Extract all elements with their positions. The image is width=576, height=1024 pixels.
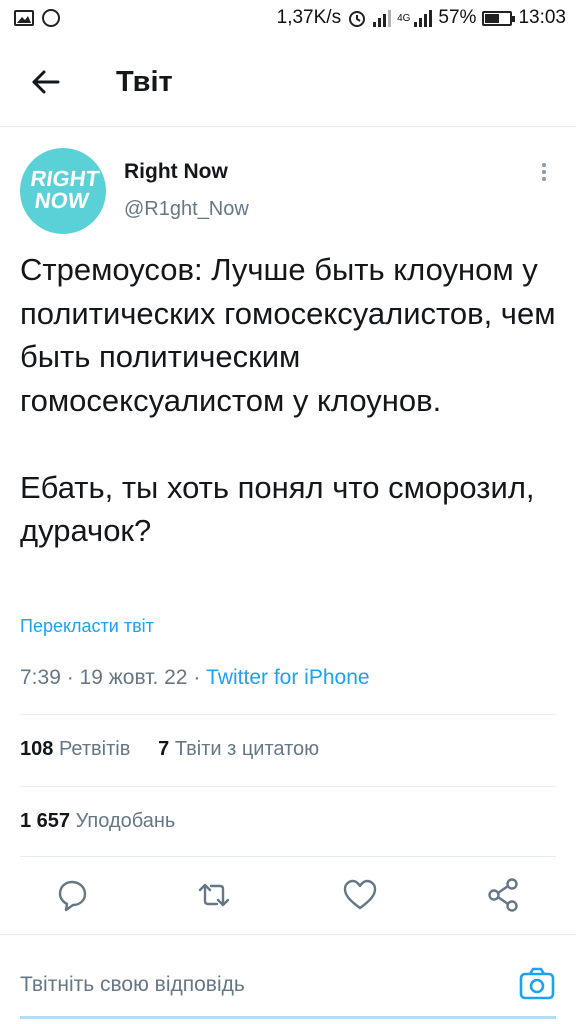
signal-icon bbox=[373, 9, 392, 27]
author-name[interactable]: Right Now bbox=[124, 160, 228, 184]
translate-tweet-link[interactable]: Перекласти твіт bbox=[20, 616, 154, 637]
quotes-label: Твіти з цитатою bbox=[174, 738, 320, 760]
camera-icon bbox=[519, 967, 555, 1000]
quotes-count: 7 bbox=[158, 738, 170, 760]
divider bbox=[20, 714, 556, 715]
reply-button[interactable] bbox=[52, 875, 92, 915]
tweet-text: Стремоусов: Лучше быть клоуном у политич… bbox=[20, 252, 556, 548]
back-button[interactable] bbox=[26, 62, 66, 102]
avatar-logo-line2: NOW bbox=[33, 188, 91, 213]
reply-input[interactable] bbox=[20, 960, 500, 1010]
heart-icon bbox=[343, 879, 377, 910]
app-header: Твіт bbox=[0, 38, 576, 127]
network-speed: 1,37K/s bbox=[276, 7, 342, 28]
meta-separator: · bbox=[60, 666, 80, 689]
like-stats: 1 657 Уподобань bbox=[20, 810, 175, 833]
wifi-icon bbox=[414, 9, 433, 27]
more-options-button[interactable] bbox=[534, 160, 554, 190]
page-title: Твіт bbox=[116, 66, 173, 98]
status-bar-right: 1,37K/s 4G 57% 13:03 bbox=[277, 7, 566, 29]
meta-separator: · bbox=[187, 666, 207, 689]
tweet-time: 7:39 bbox=[20, 666, 61, 689]
likes-count: 1 657 bbox=[20, 810, 71, 832]
tweet-date: 19 жовт. 22 bbox=[79, 666, 188, 689]
tweet-meta: 7:39 · 19 жовт. 22 · Twitter for iPhone bbox=[20, 666, 370, 690]
like-button[interactable] bbox=[340, 875, 380, 915]
retweet-button[interactable] bbox=[194, 875, 234, 915]
more-vertical-icon bbox=[534, 163, 554, 181]
retweet-icon bbox=[198, 883, 230, 907]
avatar-logo: RIGHT NOW bbox=[25, 166, 102, 216]
signal-4g-icon: 4G bbox=[397, 12, 411, 24]
share-icon bbox=[488, 878, 518, 912]
author-handle[interactable]: @R1ght_Now bbox=[124, 198, 249, 221]
battery-level-fill bbox=[485, 13, 500, 23]
arrow-left-icon bbox=[32, 70, 60, 94]
status-bar-left bbox=[14, 9, 60, 27]
divider bbox=[20, 786, 556, 787]
likes-stat[interactable]: 1 657 Уподобань bbox=[20, 810, 175, 832]
retweet-stats: 108 Ретвітів 7 Твіти з цитатою bbox=[20, 738, 319, 761]
camera-button[interactable] bbox=[518, 966, 556, 1002]
comment-icon bbox=[58, 880, 87, 912]
reply-underline bbox=[20, 1016, 556, 1019]
retweets-label: Ретвітів bbox=[58, 738, 131, 760]
alarm-icon bbox=[349, 11, 366, 27]
status-bar: 1,37K/s 4G 57% 13:03 bbox=[0, 0, 576, 38]
share-button[interactable] bbox=[484, 875, 524, 915]
battery-percent: 57% bbox=[438, 7, 477, 28]
divider bbox=[0, 934, 576, 935]
retweets-stat[interactable]: 108 Ретвітів bbox=[20, 738, 130, 760]
tweet-source-link[interactable]: Twitter for iPhone bbox=[206, 666, 369, 689]
message-icon bbox=[42, 9, 60, 27]
image-icon bbox=[14, 10, 34, 26]
avatar[interactable]: RIGHT NOW bbox=[20, 148, 106, 234]
quotes-stat[interactable]: 7 Твіти з цитатою bbox=[158, 738, 319, 760]
avatar-logo-line1: RIGHT bbox=[28, 166, 101, 191]
likes-label: Уподобань bbox=[75, 810, 176, 832]
divider bbox=[20, 856, 556, 857]
retweets-count: 108 bbox=[20, 738, 54, 760]
battery-icon bbox=[482, 10, 516, 26]
clock: 13:03 bbox=[518, 7, 566, 28]
